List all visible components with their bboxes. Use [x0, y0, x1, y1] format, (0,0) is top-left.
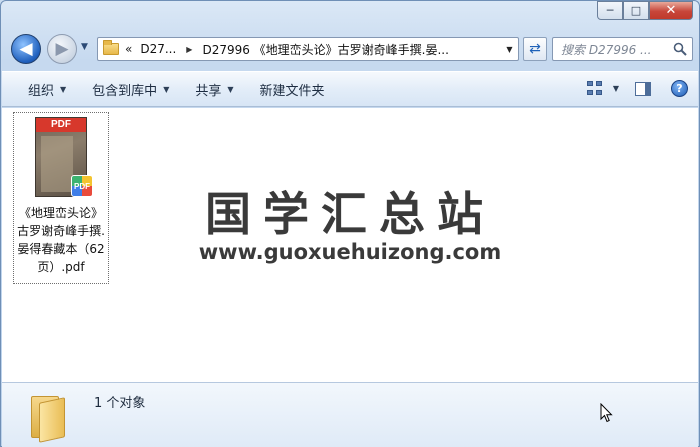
maximize-button[interactable]: □ [623, 1, 649, 20]
close-button[interactable]: ✕ [649, 1, 693, 20]
details-pane: 1 个对象 [2, 382, 698, 447]
chevron-right-icon[interactable]: ▶ [186, 45, 192, 54]
change-view-icon[interactable] [586, 80, 603, 97]
chevron-down-icon: ▼ [60, 84, 67, 94]
pdf-thumb-label: PDF [36, 118, 86, 132]
include-in-library-menu[interactable]: 包含到库中 ▼ [92, 80, 169, 99]
new-folder-label: 新建文件夹 [259, 83, 325, 99]
caption-buttons: ─ □ ✕ [597, 1, 693, 20]
chevron-down-icon: ▼ [227, 84, 234, 94]
history-dropdown-icon[interactable]: ▼ [81, 42, 88, 52]
search-icon[interactable] [673, 42, 687, 56]
new-folder-button[interactable]: 新建文件夹 [260, 80, 325, 99]
back-button[interactable]: ◀ [11, 34, 41, 64]
watermark-title: 国学汇总站 [205, 187, 495, 241]
view-dropdown-icon[interactable]: ▼ [613, 84, 619, 93]
explorer-window: ─ □ ✕ ◀ ▶ ▼ « D27... ▶ D27996 《地理峦头论》古罗谢… [0, 0, 700, 447]
help-icon[interactable]: ? [671, 80, 688, 97]
breadcrumb-item[interactable]: D27... [140, 42, 176, 56]
refresh-button[interactable]: ⇄ [523, 37, 547, 61]
file-list-area[interactable]: PDF PDF 《地理峦头论》古罗谢奇峰手撰.晏得春藏本（62页）.pdf 国学… [2, 108, 698, 382]
include-in-library-label: 包含到库中 [92, 83, 158, 99]
watermark-url: www.guoxuehuizong.com [198, 240, 502, 264]
navigation-bar: ◀ ▶ ▼ « D27... ▶ D27996 《地理峦头论》古罗谢奇峰手撰.晏… [9, 33, 693, 65]
toolbar-right: ▼ ? [586, 80, 688, 97]
mouse-cursor-icon [600, 403, 613, 423]
organize-label: 组织 [28, 83, 55, 99]
folder-icon [31, 388, 67, 443]
address-bar[interactable]: « D27... ▶ D27996 《地理峦头论》古罗谢奇峰手撰.晏... ▼ [97, 37, 519, 61]
search-placeholder: 搜索 D27996 ... [561, 42, 652, 57]
command-toolbar: 组织 ▼ 包含到库中 ▼ 共享 ▼ 新建文件夹 ▼ ? [2, 71, 698, 107]
breadcrumb-item-current[interactable]: D27996 《地理峦头论》古罗谢奇峰手撰.晏... [202, 41, 449, 58]
item-count: 1 个对象 [94, 396, 146, 411]
minimize-button[interactable]: ─ [597, 1, 623, 20]
search-input[interactable]: 搜索 D27996 ... [552, 37, 693, 61]
chevron-down-icon: ▼ [163, 84, 170, 94]
address-dropdown-icon[interactable]: ▼ [501, 38, 518, 60]
share-menu[interactable]: 共享 ▼ [195, 80, 233, 99]
preview-pane-icon[interactable] [635, 81, 651, 96]
folder-icon [103, 40, 119, 55]
forward-button[interactable]: ▶ [47, 34, 77, 64]
breadcrumb-overflow-button[interactable]: « [125, 42, 132, 56]
organize-menu[interactable]: 组织 ▼ [28, 80, 66, 99]
share-label: 共享 [195, 83, 222, 99]
refresh-icon: ⇄ [529, 41, 541, 57]
